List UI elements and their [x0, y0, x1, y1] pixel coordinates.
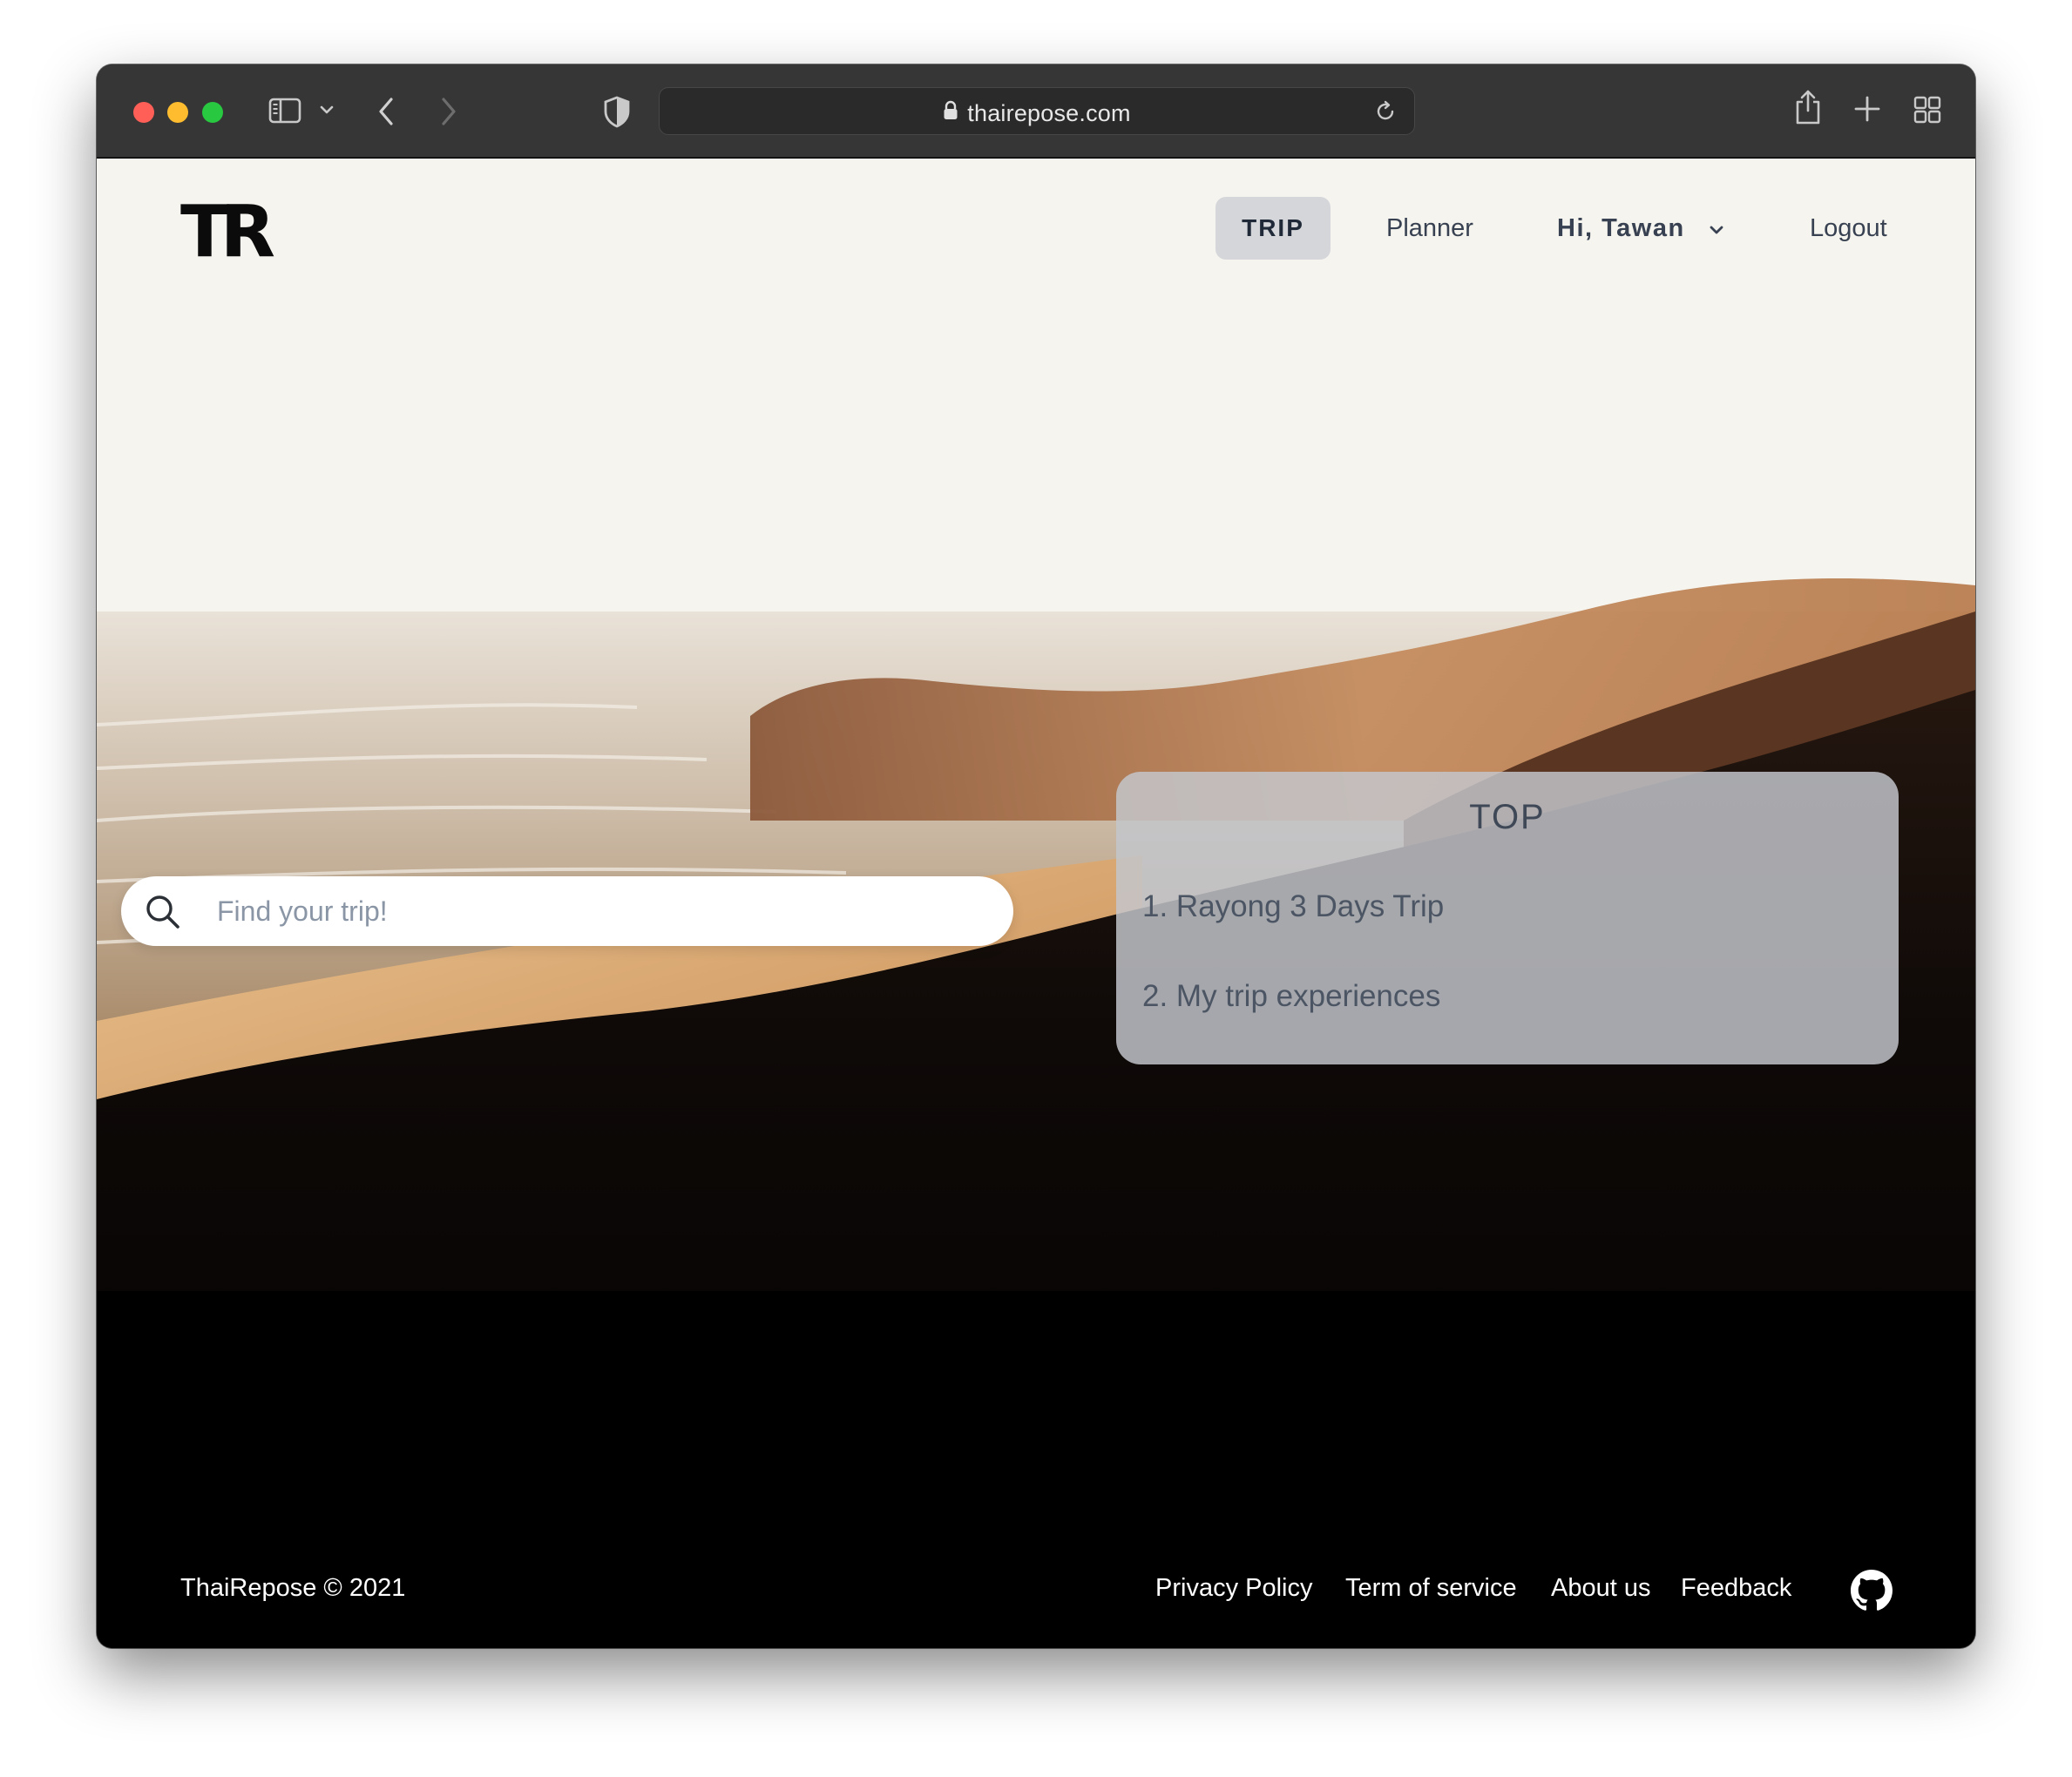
top-trips-title: TOP — [1469, 798, 1546, 836]
logo[interactable]: TR — [180, 197, 275, 268]
search-input[interactable] — [217, 888, 984, 934]
browser-window: thairepose.com TR TRIP Planner Hi, Tawan… — [97, 64, 1975, 1648]
close-window-button[interactable] — [133, 102, 154, 123]
user-greeting: Hi, Tawan — [1557, 214, 1685, 242]
footer-feedback-link[interactable]: Feedback — [1681, 1574, 1791, 1603]
nav-trip-button[interactable]: TRIP — [1215, 197, 1331, 260]
sidebar-icon[interactable] — [267, 93, 302, 128]
chevron-down-icon[interactable] — [318, 101, 335, 118]
forward-icon[interactable] — [435, 94, 461, 129]
chevron-down-icon — [1708, 213, 1725, 244]
top-trip-item[interactable]: 2. My trip experiences — [1142, 979, 1440, 1014]
lock-icon — [943, 100, 958, 127]
minimize-window-button[interactable] — [167, 102, 188, 123]
tab-overview-icon[interactable] — [1913, 95, 1942, 125]
page-content: TR TRIP Planner Hi, Tawan Logout TO — [97, 159, 1975, 1648]
footer-terms-link[interactable]: Term of service — [1345, 1574, 1517, 1603]
github-icon[interactable] — [1851, 1570, 1893, 1616]
zoom-window-button[interactable] — [202, 102, 223, 123]
share-icon[interactable] — [1792, 87, 1824, 127]
address-bar[interactable]: thairepose.com — [659, 87, 1415, 135]
user-menu[interactable]: Hi, Tawan — [1557, 213, 1725, 244]
new-tab-icon[interactable] — [1852, 94, 1882, 124]
footer-about-link[interactable]: About us — [1551, 1574, 1650, 1603]
nav-planner-link[interactable]: Planner — [1386, 213, 1473, 244]
search-bar[interactable] — [121, 876, 1013, 946]
browser-toolbar: thairepose.com — [97, 64, 1975, 158]
footer-copyright: ThaiRepose © 2021 — [180, 1574, 406, 1602]
logout-link[interactable]: Logout — [1810, 213, 1887, 244]
footer-privacy-link[interactable]: Privacy Policy — [1155, 1574, 1313, 1603]
reload-icon[interactable] — [1372, 98, 1398, 125]
shield-icon[interactable] — [602, 94, 632, 129]
top-trips-panel: TOP 1. Rayong 3 Days Trip 2. My trip exp… — [1116, 772, 1899, 1064]
back-icon[interactable] — [374, 94, 400, 129]
url-text: thairepose.com — [967, 100, 1131, 126]
top-trip-item[interactable]: 1. Rayong 3 Days Trip — [1142, 889, 1444, 924]
search-icon — [144, 893, 182, 936]
